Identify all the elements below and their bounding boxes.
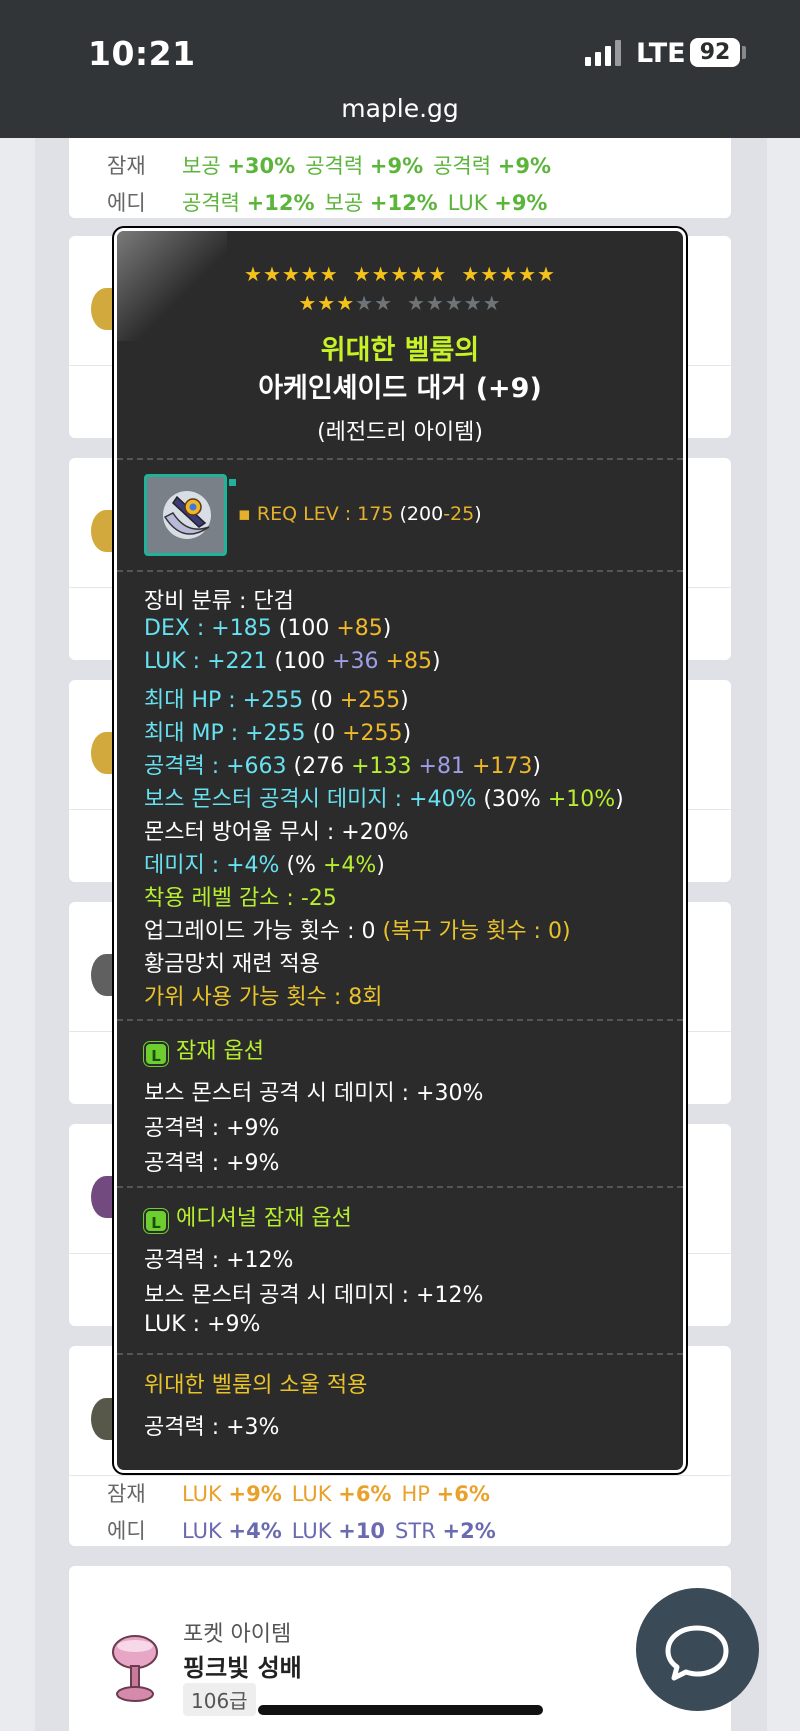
item-grade: (레전드리 아이템) bbox=[317, 420, 483, 445]
potential-header: L 잠재 옵션 bbox=[144, 1033, 264, 1066]
additional-potential-header: L 에디셔널 잠재 옵션 bbox=[144, 1200, 352, 1233]
additional-summary: 에디 공격력 +12% 보공 +12% LUK +9% bbox=[107, 191, 548, 215]
stat-ignore-defense: 몬스터 방어율 무시 : +20% bbox=[144, 820, 409, 845]
item-prefix: 위대한 벨룸의 bbox=[320, 335, 480, 366]
stat-attack: 공격력 : +663 (276 +133 +81 +173) bbox=[144, 754, 542, 779]
url-bar[interactable]: maple.gg bbox=[0, 94, 800, 123]
divider bbox=[117, 1353, 683, 1355]
pocket-item-grade-badge: 106급 bbox=[183, 1683, 256, 1716]
chat-button[interactable] bbox=[636, 1588, 759, 1711]
stat-dex: DEX : +185 (100 +85) bbox=[144, 616, 392, 641]
item-name: 아케인셰이드 대거 (+9) bbox=[258, 373, 542, 404]
potential-line: 공격력 : +9% bbox=[144, 1151, 280, 1176]
star-force-row-2: ★★★★★ ★★★★★ bbox=[298, 291, 502, 315]
divider bbox=[117, 1186, 683, 1188]
stat-mp: 최대 MP : +255 (0 +255) bbox=[144, 721, 412, 746]
divider bbox=[117, 458, 683, 460]
additional-summary: 에디 LUK +4% LUK +10 STR +2% bbox=[107, 1519, 496, 1543]
home-indicator bbox=[258, 1705, 543, 1715]
potential-summary: 잠재 LUK +9% LUK +6% HP +6% bbox=[107, 1482, 490, 1506]
stat-scissors-count: 가위 사용 가능 횟수 : 8회 bbox=[144, 985, 383, 1010]
browser-top-bar: 10:21 LTE 92 maple.gg bbox=[0, 0, 800, 138]
pocket-item-name: 핑크빛 성배 bbox=[183, 1654, 302, 1682]
stat-category: 장비 분류 : 단검 bbox=[144, 589, 294, 614]
stat-boss-damage: 보스 몬스터 공격시 데미지 : +40% (30% +10%) bbox=[144, 787, 624, 812]
status-time: 10:21 bbox=[88, 34, 196, 73]
signal-icon bbox=[585, 40, 623, 66]
stat-level-reduce: 착용 레벨 감소 : -25 bbox=[144, 886, 337, 911]
additional-line: LUK : +9% bbox=[144, 1312, 261, 1337]
pocket-item-category: 포켓 아이템 bbox=[183, 1622, 292, 1647]
icon-flag bbox=[229, 479, 236, 486]
chalice-item-icon bbox=[112, 1635, 158, 1702]
stat-luk: LUK : +221 (100 +36 +85) bbox=[144, 649, 441, 674]
req-level: ▪ REQ LEV : 175 (200-25) bbox=[238, 503, 482, 525]
stat-golden-hammer: 황금망치 재련 적용 bbox=[144, 952, 320, 977]
divider bbox=[117, 570, 683, 572]
legendary-badge-icon: L bbox=[144, 1209, 168, 1233]
star-force-row-1: ★★★★★ ★★★★★ ★★★★★ bbox=[244, 262, 556, 286]
potential-line: 공격력 : +9% bbox=[144, 1116, 280, 1141]
stat-damage: 데미지 : +4% (% +4%) bbox=[144, 853, 385, 878]
divider bbox=[117, 1019, 683, 1021]
tooltip-gloss bbox=[117, 231, 227, 341]
battery-tip bbox=[742, 46, 746, 59]
additional-line: 보스 몬스터 공격 시 데미지 : +12% bbox=[144, 1283, 484, 1308]
additional-line: 공격력 : +12% bbox=[144, 1248, 294, 1273]
chat-icon bbox=[665, 1625, 729, 1681]
potential-line: 보스 몬스터 공격 시 데미지 : +30% bbox=[144, 1081, 484, 1106]
legendary-badge-icon: L bbox=[144, 1042, 168, 1066]
potential-summary: 잠재 보공 +30% 공격력 +9% 공격력 +9% bbox=[107, 154, 552, 178]
battery-icon: 92 bbox=[690, 38, 740, 67]
stat-upgrade-count: 업그레이드 가능 횟수 : 0 (복구 가능 횟수 : 0) bbox=[144, 919, 571, 944]
network-label: LTE bbox=[636, 38, 686, 69]
dagger-item-icon bbox=[144, 474, 227, 556]
soul-title: 위대한 벨룸의 소울 적용 bbox=[144, 1373, 368, 1398]
soul-line: 공격력 : +3% bbox=[144, 1415, 280, 1440]
stat-hp: 최대 HP : +255 (0 +255) bbox=[144, 688, 409, 713]
item-card[interactable]: 잠재 보공 +30% 공격력 +9% 공격력 +9% 에디 공격력 +12% 보공 +12… bbox=[69, 138, 731, 218]
